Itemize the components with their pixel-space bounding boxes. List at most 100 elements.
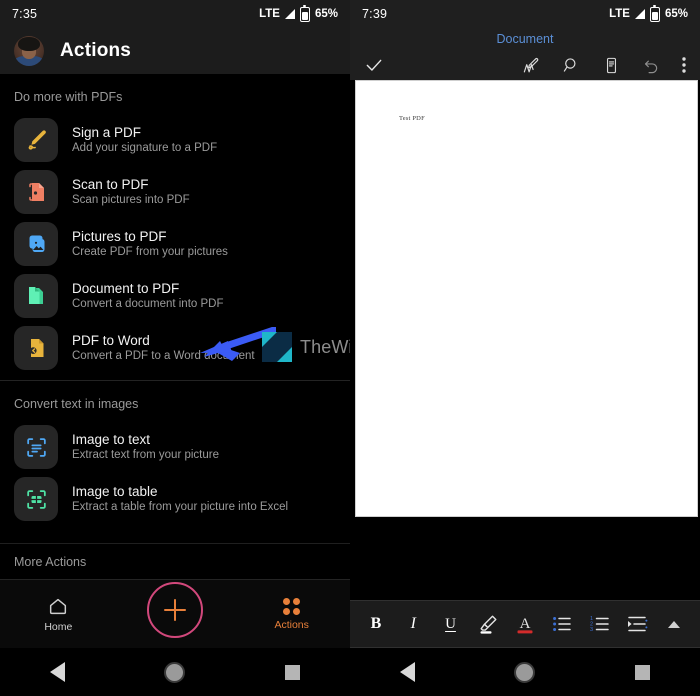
image-to-text-icon — [14, 425, 58, 469]
document-title-bar[interactable]: Document — [350, 28, 700, 50]
collapse-toolbar-button[interactable] — [661, 609, 687, 639]
nav-home-label: Home — [44, 621, 73, 633]
network-type-label: LTE — [609, 8, 630, 20]
overflow-menu-button[interactable] — [682, 56, 686, 74]
page-title: Actions — [60, 40, 132, 61]
grid-dots-icon — [283, 597, 301, 615]
section-label-convert-text: Convert text in images — [14, 397, 139, 411]
italic-button[interactable]: I — [400, 609, 426, 639]
bold-label: B — [370, 615, 382, 632]
document-title: Document — [496, 32, 554, 46]
font-color-icon: A — [517, 616, 533, 634]
list-item-pdf-to-word[interactable]: PDF to Word Convert a PDF to a Word docu… — [0, 322, 350, 374]
status-bar: 7:39 LTE 65% — [350, 0, 700, 28]
list-item-title: Image to table — [72, 483, 158, 499]
formatting-toolbar: B I U A 1 2 3 — [350, 600, 700, 648]
document-canvas[interactable]: Test PDF — [350, 80, 700, 632]
dual-screenshot: 7:35 LTE 65% Actions Do more with PDFs S… — [0, 0, 700, 696]
status-time: 7:35 — [12, 7, 38, 21]
battery-icon — [649, 4, 660, 22]
document-page[interactable]: Test PDF — [355, 80, 698, 517]
highlight-icon — [480, 615, 497, 634]
bullet-list-button[interactable] — [549, 609, 575, 639]
actions-list[interactable]: Do more with PDFs Sign a PDF Add your si… — [0, 74, 350, 580]
undo-button[interactable] — [642, 56, 661, 75]
battery-percent: 65% — [664, 8, 688, 20]
home-circle-icon[interactable] — [514, 661, 536, 683]
list-item-image-to-table[interactable]: Image to table Extract a table from your… — [0, 473, 350, 525]
right-phone-screen: 7:39 LTE 65% Document Test PDF B I U A 1… — [350, 0, 700, 696]
list-item-title: Sign a PDF — [72, 124, 142, 140]
signal-bars-icon — [284, 9, 295, 19]
underline-button[interactable]: U — [438, 609, 464, 639]
search-icon — [563, 57, 576, 72]
more-actions-section[interactable]: More Actions — [0, 543, 350, 580]
list-item-subtitle: Scan pictures into PDF — [72, 194, 190, 207]
recents-square-icon[interactable] — [635, 664, 651, 680]
search-button[interactable] — [562, 56, 581, 75]
undo-icon — [644, 60, 658, 73]
list-item-pictures-to-pdf[interactable]: Pictures to PDF Create PDF from your pic… — [0, 218, 350, 270]
list-item-title: Document to PDF — [72, 280, 180, 296]
bottom-navigation: Home Actions — [0, 579, 350, 648]
signal-bars-icon — [634, 9, 645, 19]
nav-item-actions[interactable]: Actions — [233, 597, 350, 631]
list-item-sign-a-pdf[interactable]: Sign a PDF Add your signature to a PDF — [0, 114, 350, 166]
list-item-subtitle: Convert a PDF to a Word document — [72, 350, 255, 363]
more-actions-label: More Actions — [14, 555, 87, 569]
highlight-button[interactable] — [475, 609, 501, 639]
status-indicators: LTE 65% — [259, 4, 338, 22]
indent-icon — [627, 616, 648, 632]
checkmark-icon — [366, 59, 382, 71]
bold-button[interactable]: B — [363, 609, 389, 639]
back-triangle-icon[interactable] — [399, 662, 415, 682]
left-phone-screen: 7:35 LTE 65% Actions Do more with PDFs S… — [0, 0, 350, 696]
list-item-image-to-text[interactable]: Image to text Extract text from your pic… — [0, 421, 350, 473]
numbered-list-icon: 123 — [590, 616, 609, 633]
back-triangle-icon[interactable] — [49, 662, 65, 682]
create-new-button[interactable] — [147, 582, 203, 638]
list-item-scan-to-pdf[interactable]: Scan to PDF Scan pictures into PDF — [0, 166, 350, 218]
scan-document-icon — [14, 170, 58, 214]
status-time: 7:39 — [362, 7, 388, 21]
list-item-document-to-pdf[interactable]: Document to PDF Convert a document into … — [0, 270, 350, 322]
italic-label: I — [410, 615, 416, 632]
pen-signature-icon — [14, 118, 58, 162]
image-to-table-icon — [14, 477, 58, 521]
svg-text:3: 3 — [590, 627, 593, 633]
list-item-title: Image to text — [72, 431, 151, 447]
list-item-title: PDF to Word — [72, 332, 150, 348]
confirm-button[interactable] — [364, 55, 384, 75]
list-item-subtitle: Convert a document into PDF — [72, 298, 224, 311]
nav-actions-label: Actions — [274, 618, 309, 631]
indent-button[interactable] — [624, 609, 650, 639]
font-color-button[interactable]: A — [512, 609, 538, 639]
network-type-label: LTE — [259, 8, 280, 20]
document-icon — [14, 274, 58, 318]
status-indicators: LTE 65% — [609, 4, 688, 22]
draw-pen-icon — [523, 57, 539, 72]
list-item-subtitle: Add your signature to a PDF — [72, 142, 218, 155]
svg-text:A: A — [520, 616, 531, 632]
home-icon — [50, 598, 67, 615]
nav-item-home[interactable]: Home — [0, 595, 117, 633]
overflow-menu-icon — [682, 57, 686, 73]
plus-icon — [164, 599, 186, 621]
avatar[interactable] — [14, 36, 44, 66]
mobile-view-icon — [606, 57, 617, 73]
underline-label: U — [445, 615, 456, 632]
system-navigation-bar — [0, 648, 350, 696]
draw-button[interactable] — [522, 56, 541, 75]
word-toolbar — [350, 50, 700, 80]
picture-icon — [14, 222, 58, 266]
mobile-view-button[interactable] — [602, 56, 621, 75]
document-body-text: Test PDF — [399, 115, 425, 122]
battery-icon — [299, 4, 310, 22]
home-circle-icon[interactable] — [164, 661, 186, 683]
recents-square-icon[interactable] — [285, 664, 301, 680]
numbered-list-button[interactable]: 123 — [587, 609, 613, 639]
list-item-title: Scan to PDF — [72, 176, 149, 192]
app-header: Actions — [0, 28, 350, 74]
section-label-pdfs: Do more with PDFs — [14, 90, 123, 104]
status-bar: 7:35 LTE 65% — [0, 0, 350, 28]
